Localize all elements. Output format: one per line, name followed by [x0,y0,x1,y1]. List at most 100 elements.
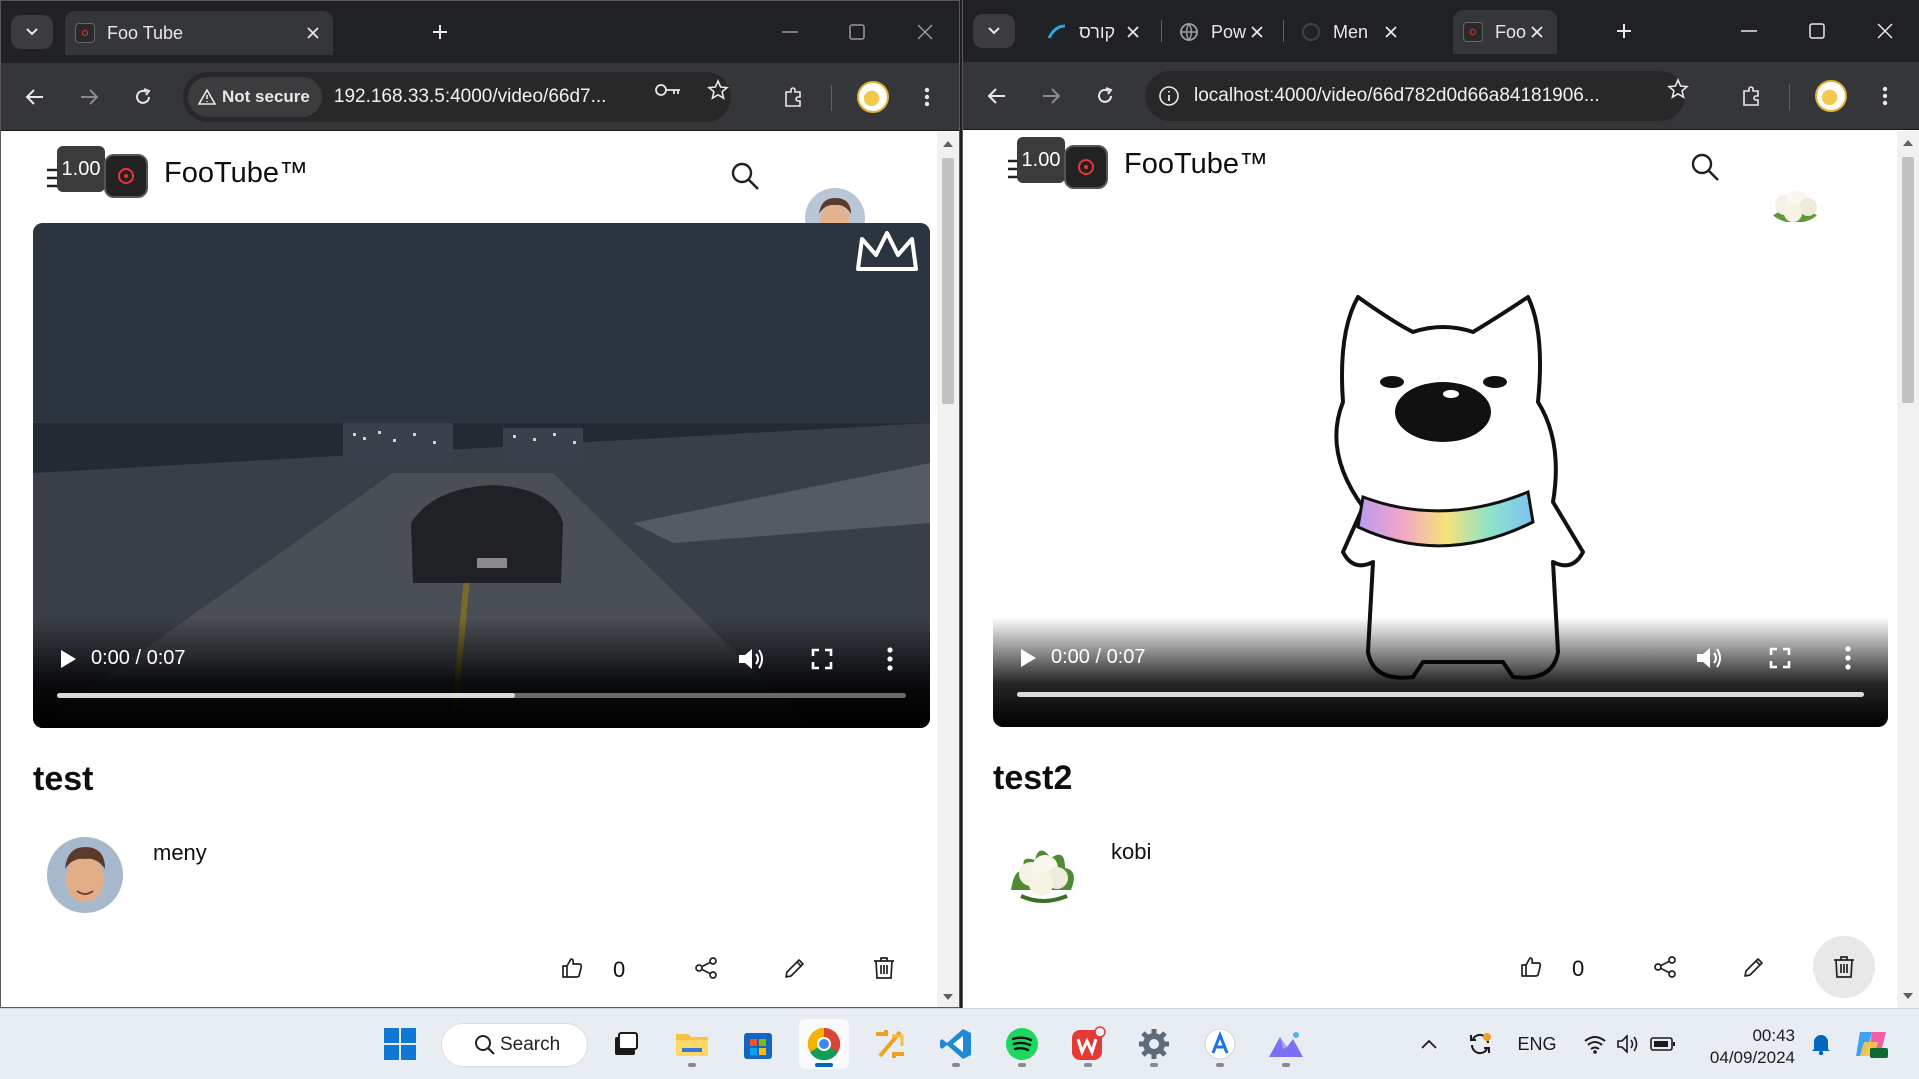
browser-menu-button[interactable] [909,79,945,115]
tab-footube[interactable]: Foo [1453,10,1557,54]
taskbar-app-wps-office[interactable] [1063,1019,1113,1069]
like-button[interactable] [1511,947,1551,987]
start-button[interactable] [375,1019,425,1069]
minimize-button[interactable] [1729,14,1769,48]
more-options-icon[interactable] [1844,645,1852,671]
close-tab-icon[interactable] [1381,22,1401,42]
delete-button[interactable] [1813,936,1875,998]
close-window-button[interactable] [1865,14,1905,48]
footube-logo-icon[interactable] [1064,145,1108,189]
taskbar-app-settings[interactable] [1129,1019,1179,1069]
browser-menu-button[interactable] [1867,78,1903,114]
battery-button[interactable] [1648,1027,1678,1061]
like-button[interactable] [552,948,592,988]
search-icon[interactable] [729,160,761,192]
site-security-chip[interactable]: Not secure [188,77,322,117]
extensions-button[interactable] [775,79,811,115]
maximize-button[interactable] [1797,14,1837,48]
page-scrollbar[interactable] [937,132,959,1007]
forward-button[interactable] [1033,78,1069,114]
edit-button[interactable] [1734,947,1774,987]
scroll-thumb[interactable] [1902,157,1914,403]
volume-icon[interactable] [737,646,765,672]
address-bar[interactable]: localhost:4000/video/66d782d0d66a8418190… [1145,71,1685,121]
brand-name[interactable]: FooTube™ [164,157,308,190]
delete-button[interactable] [864,948,904,988]
show-hidden-icons-button[interactable] [1414,1027,1444,1061]
profile-avatar[interactable] [857,81,889,113]
minimize-button[interactable] [770,15,810,49]
maximize-button[interactable] [837,15,877,49]
taskbar-app-microsoft-store[interactable] [733,1019,783,1069]
scroll-down-icon[interactable] [1902,990,1914,1002]
scroll-up-icon[interactable] [1902,137,1914,149]
brand-name[interactable]: FooTube™ [1124,148,1268,181]
fullscreen-icon[interactable] [1769,647,1791,669]
page-scrollbar[interactable] [1897,131,1919,1008]
bookmark-button[interactable] [1663,74,1693,104]
back-button[interactable] [17,79,53,115]
taskbar-app-mountains[interactable] [1261,1019,1311,1069]
scroll-down-icon[interactable] [942,991,954,1003]
taskbar-app-spotify[interactable] [997,1019,1047,1069]
back-button[interactable] [979,78,1015,114]
reload-button[interactable] [125,79,161,115]
search-icon[interactable] [1689,151,1721,183]
more-options-icon[interactable] [886,646,894,672]
new-tab-button[interactable] [425,17,455,47]
tab-pow[interactable]: Pow [1169,10,1277,54]
forward-button[interactable] [71,79,107,115]
play-icon[interactable] [57,648,79,670]
profile-avatar[interactable] [1815,80,1847,112]
task-view-button[interactable] [601,1019,651,1069]
share-button[interactable] [686,948,726,988]
close-tab-icon[interactable] [1123,22,1143,42]
input-language[interactable]: ENG [1512,1027,1562,1061]
volume-button[interactable] [1614,1027,1642,1061]
video-progress-bar[interactable] [1017,692,1864,697]
close-tab-icon[interactable] [1247,22,1267,42]
user-avatar[interactable] [1765,175,1825,223]
taskbar-search[interactable]: Search [441,1023,588,1067]
uploader-name[interactable]: meny [153,840,207,866]
taskbar-app-tool[interactable] [865,1019,915,1069]
uploader-avatar[interactable] [47,837,123,913]
scroll-up-icon[interactable] [942,138,954,150]
close-tab-icon[interactable] [303,23,323,43]
fullscreen-icon[interactable] [811,648,833,670]
share-button[interactable] [1645,947,1685,987]
taskbar-app-a[interactable] [1195,1019,1245,1069]
taskbar-app-chrome[interactable] [799,1019,849,1069]
bookmark-button[interactable] [703,75,733,105]
taskbar-app-vscode[interactable] [931,1019,981,1069]
extensions-button[interactable] [1733,78,1769,114]
video-player[interactable]: 0:00 / 0:07 [993,222,1888,727]
tab-men[interactable]: Men [1291,10,1411,54]
tab-course[interactable]: קורס [1037,10,1153,54]
copilot-button[interactable] [1852,1027,1892,1061]
volume-icon[interactable] [1695,645,1723,671]
taskbar-app-file-explorer[interactable] [667,1019,717,1069]
system-clock[interactable]: 00:43 04/09/2024 [1710,1025,1795,1069]
site-info-chip[interactable] [1150,76,1188,116]
footube-logo-icon[interactable] [104,154,148,198]
wifi-button[interactable] [1580,1027,1610,1061]
edit-button[interactable] [775,948,815,988]
new-tab-button[interactable] [1609,16,1639,46]
close-window-button[interactable] [905,15,945,49]
close-tab-icon[interactable] [1527,22,1547,42]
uploader-avatar[interactable] [1005,834,1081,910]
password-key-button[interactable] [653,75,683,105]
tab-search-button[interactable] [973,14,1015,48]
tab-search-button[interactable] [11,15,53,49]
scroll-thumb[interactable] [942,158,954,404]
notifications-button[interactable] [1806,1027,1836,1061]
video-player[interactable]: 0:00 / 0:07 [33,223,930,728]
video-progress-bar[interactable] [57,693,906,698]
play-icon[interactable] [1017,647,1039,669]
sync-tray-button[interactable] [1464,1027,1496,1061]
address-bar[interactable]: Not secure 192.168.33.5:4000/video/66d7.… [183,72,731,122]
reload-button[interactable] [1087,78,1123,114]
uploader-name[interactable]: kobi [1111,839,1151,865]
tab-footube[interactable]: Foo Tube [65,11,333,55]
